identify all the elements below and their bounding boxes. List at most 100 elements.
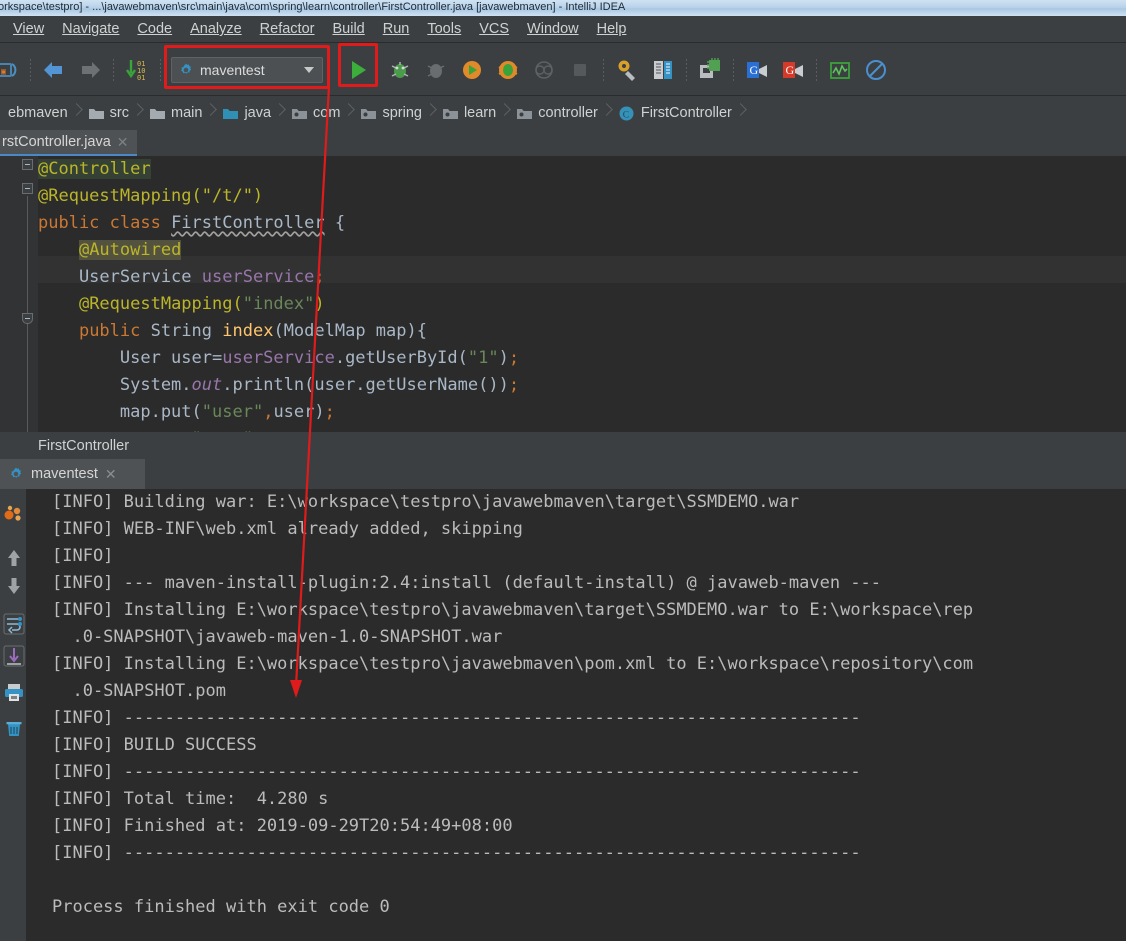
settings-wrench-icon[interactable]	[612, 55, 642, 85]
breadcrumb-item-com[interactable]: com	[285, 96, 344, 130]
breadcrumb-separator-icon	[275, 96, 285, 130]
run-panel-breadcrumb-label: FirstController	[38, 437, 130, 454]
gear-icon	[8, 466, 24, 482]
svg-text:C: C	[623, 110, 629, 120]
back-arrow-icon[interactable]	[39, 55, 69, 85]
menu-item-view-label: View	[13, 21, 45, 37]
monitor-icon[interactable]	[825, 55, 855, 85]
breadcrumb-label: src	[109, 105, 129, 121]
menu-item-run-label: Run	[382, 21, 410, 37]
code-editor[interactable]: @Controller @RequestMapping("/t/") publi…	[0, 156, 1126, 432]
soft-wrap-icon[interactable]	[3, 613, 25, 635]
menu-item-code[interactable]: Code	[128, 19, 181, 39]
profile-icon[interactable]	[493, 55, 523, 85]
editor-tab-firstcontroller[interactable]: rstController.java ✕	[0, 130, 137, 156]
run-configuration-selector-wrap: maventest	[164, 44, 330, 89]
console-line: [INFO] ---------------------------------…	[52, 708, 861, 728]
sdk-manager-icon[interactable]	[695, 55, 725, 85]
source-folder-icon	[222, 107, 239, 120]
menu-item-build[interactable]: Build	[323, 19, 373, 39]
code-line-text: @Autowired	[78, 240, 182, 260]
code-line: @RequestMapping("index")	[78, 294, 325, 314]
fold-marker-icon[interactable]	[22, 159, 33, 170]
menu-item-help[interactable]: Help	[588, 19, 636, 39]
debug-icon[interactable]	[385, 55, 415, 85]
down-arrow-icon[interactable]	[3, 575, 23, 595]
breadcrumb-separator-icon	[72, 96, 82, 130]
run-button[interactable]	[338, 42, 378, 87]
no-entry-icon[interactable]	[861, 55, 891, 85]
breadcrumb-separator-icon	[344, 96, 354, 130]
breadcrumb-item-firstcontroller[interactable]: C FirstController	[612, 96, 736, 130]
breadcrumb-item-java[interactable]: java	[216, 96, 275, 130]
fold-marker-icon[interactable]	[22, 183, 33, 194]
console-line: [INFO] BUILD SUCCESS	[52, 735, 257, 755]
menu-item-analyze[interactable]: Analyze	[181, 19, 251, 39]
google-red-icon[interactable]: G	[778, 55, 808, 85]
toolbar-separator	[30, 58, 31, 81]
package-icon	[442, 107, 458, 120]
toolbar-separator	[733, 58, 734, 81]
rerun-icon[interactable]	[3, 503, 23, 523]
breadcrumb-separator-icon	[736, 96, 746, 130]
fold-marker-icon[interactable]	[22, 313, 33, 324]
menu-item-tools[interactable]: Tools	[418, 19, 470, 39]
analyze-icon	[529, 55, 559, 85]
breadcrumb-item-spring[interactable]: spring	[354, 96, 426, 130]
scroll-to-end-icon[interactable]	[3, 645, 25, 667]
console-line: [INFO] Total time: 4.280 s	[52, 789, 329, 809]
code-line: @RequestMapping("/t/")	[38, 183, 519, 210]
menu-item-refactor[interactable]: Refactor	[251, 19, 324, 39]
run-configuration-label: maventest	[200, 61, 265, 78]
toolbar-separator	[160, 58, 161, 81]
menu-item-window[interactable]: Window	[518, 19, 588, 39]
menu-item-vcs[interactable]: VCS	[470, 19, 518, 39]
chevron-down-icon[interactable]	[304, 66, 314, 73]
console-output[interactable]: [INFO] Building war: E:\workspace\testpr…	[26, 489, 1126, 941]
breadcrumb-item-ebmaven[interactable]: ebmaven	[0, 96, 72, 130]
menu-item-build-label: Build	[332, 21, 365, 37]
breadcrumb-separator-icon	[206, 96, 216, 130]
compile-icon[interactable]: 01 10 01	[122, 55, 152, 85]
menu-item-navigate[interactable]: Navigate	[53, 19, 128, 39]
breadcrumb-item-src[interactable]: src	[82, 96, 133, 130]
breadcrumb-item-controller[interactable]: controller	[510, 96, 602, 130]
google-blue-icon[interactable]: G	[742, 55, 772, 85]
toolbar-separator	[816, 58, 817, 81]
package-icon	[360, 107, 377, 120]
editor-gutter[interactable]	[0, 156, 38, 432]
menu-item-help-label: Help	[596, 21, 627, 37]
console-line: [INFO] Finished at: 2019-09-29T20:54:49+…	[52, 816, 513, 836]
console-line: Process finished with exit code 0	[52, 897, 390, 917]
run-configuration-selector[interactable]: maventest	[171, 56, 323, 83]
menu-item-run[interactable]: Run	[374, 19, 419, 39]
code-line-text: @RequestMapping("/t/")	[38, 186, 264, 206]
close-icon[interactable]: ✕	[117, 135, 129, 149]
breadcrumb-item-learn[interactable]: learn	[436, 96, 500, 130]
debug-attach-icon	[421, 55, 451, 85]
code-content[interactable]: @Controller @RequestMapping("/t/") publi…	[38, 156, 519, 432]
svg-text:G: G	[786, 63, 795, 77]
breadcrumb-separator-icon	[133, 96, 143, 130]
trash-icon[interactable]	[3, 717, 23, 737]
menu-item-tools-label: Tools	[427, 21, 462, 37]
sync-icon[interactable]: ▣	[0, 55, 22, 85]
code-line: public String index(ModelMap map){	[78, 321, 427, 341]
editor-tab-label: rstController.java	[2, 134, 111, 150]
project-structure-icon[interactable]	[648, 55, 678, 85]
print-icon[interactable]	[3, 681, 23, 701]
svg-text:01: 01	[137, 74, 145, 82]
breadcrumb-label: spring	[382, 105, 422, 121]
run-tab-maventest[interactable]: maventest ✕	[0, 459, 145, 489]
menu-item-view[interactable]: View	[4, 19, 53, 39]
close-icon[interactable]: ✕	[105, 466, 117, 483]
breadcrumb-item-main[interactable]: main	[143, 96, 206, 130]
menu-item-code-label: Code	[137, 21, 173, 37]
up-arrow-icon[interactable]	[3, 547, 23, 567]
main-toolbar: ▣ 01 10 01 maventest G G	[0, 42, 1126, 96]
run-tool-window: FirstController maventest ✕ [INFO] Build…	[0, 432, 1126, 941]
run-coverage-icon[interactable]	[457, 55, 487, 85]
svg-text:▣: ▣	[1, 67, 6, 76]
console-line: .0-SNAPSHOT.pom	[52, 681, 226, 701]
